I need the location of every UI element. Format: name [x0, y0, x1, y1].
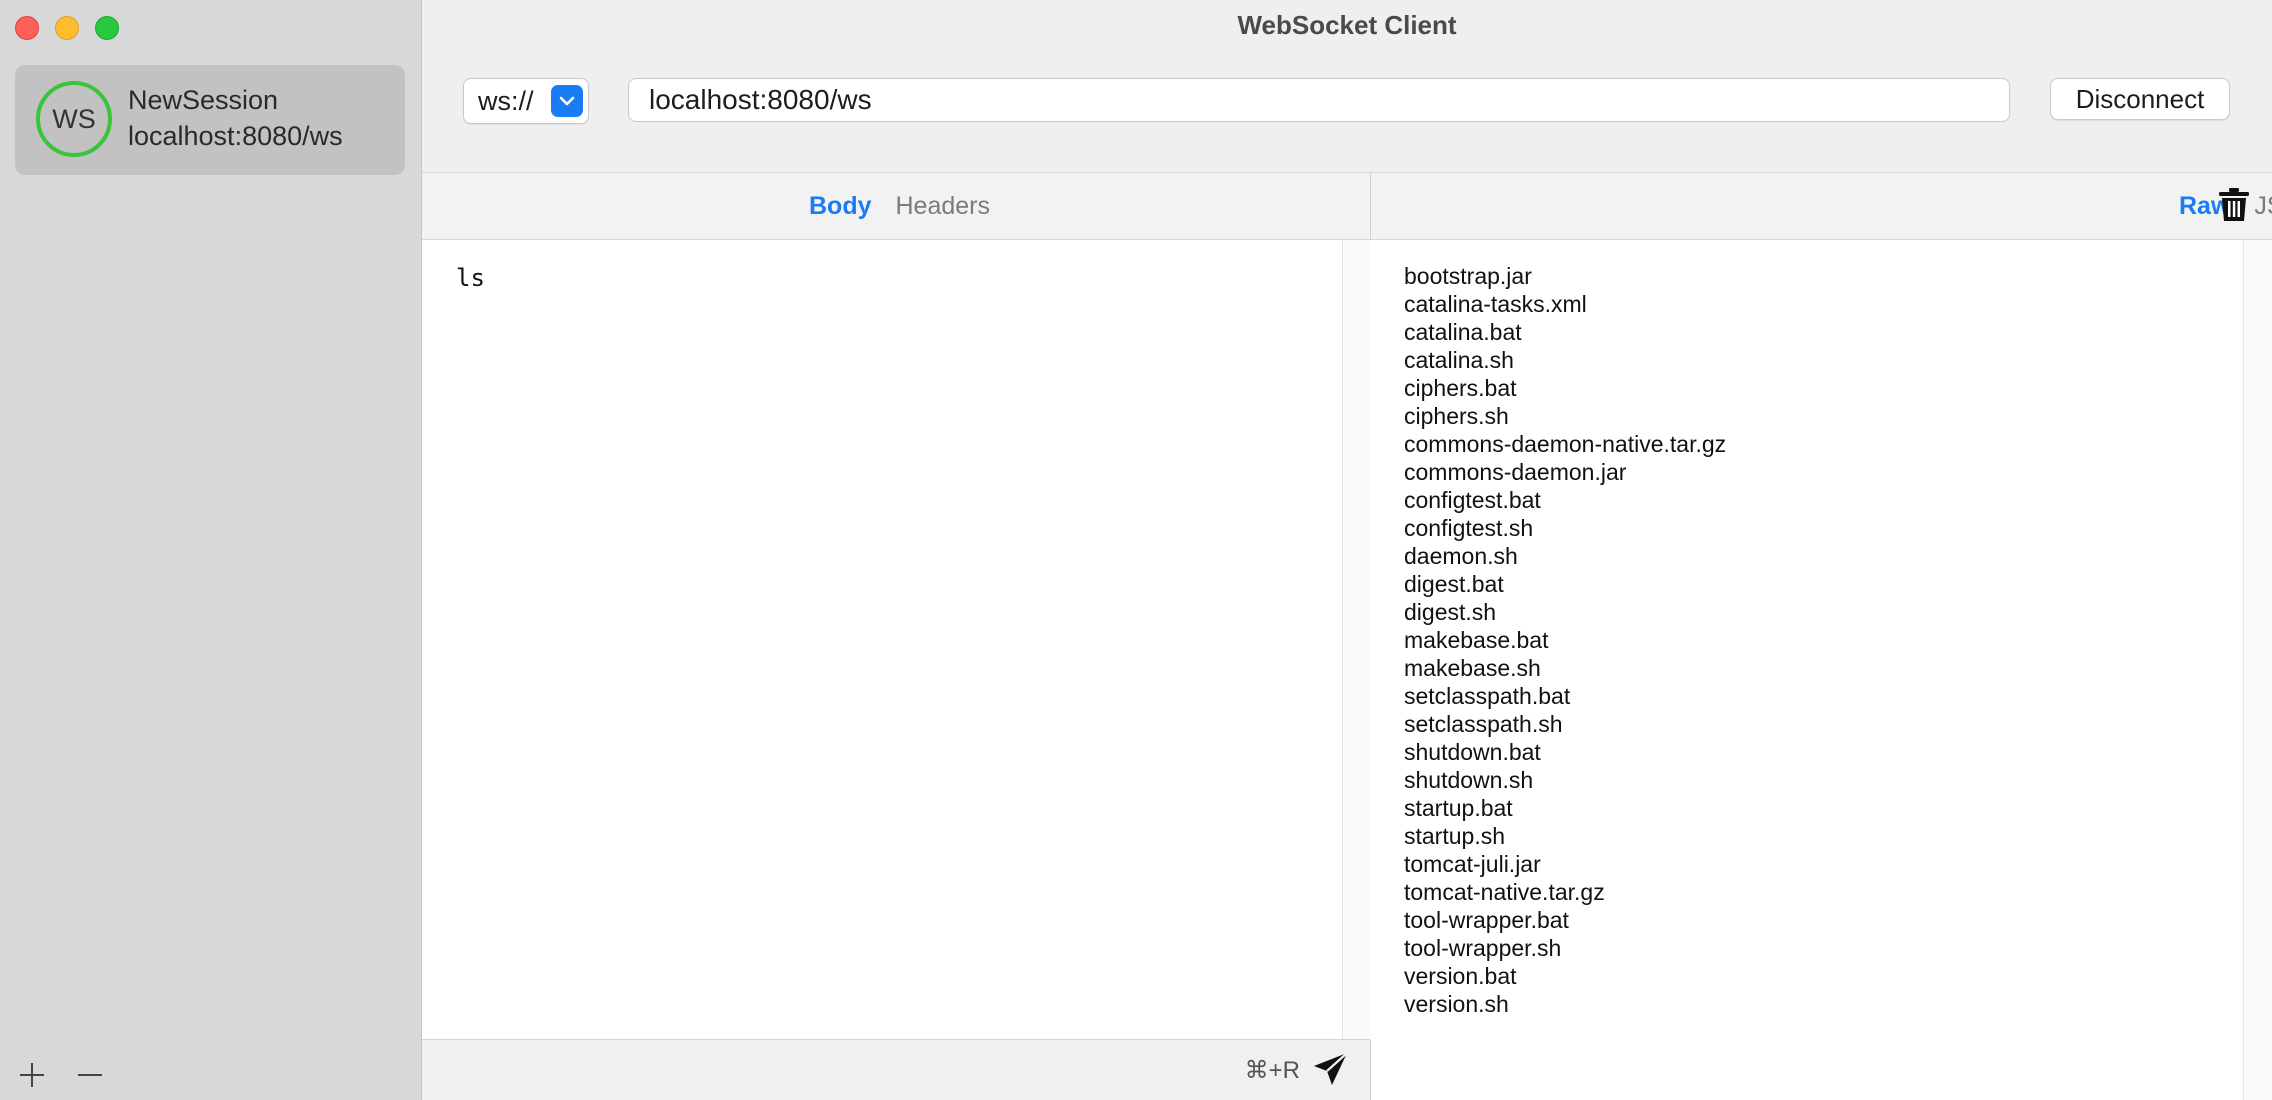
tab-body[interactable]: Body [809, 192, 872, 221]
request-footer: ⌘+R [422, 1039, 1370, 1100]
sidebar: WS NewSession localhost:8080/ws [0, 0, 422, 1100]
response-pane: Raw JSON bo [1371, 173, 2272, 1100]
app-window: WS NewSession localhost:8080/ws WebSocke… [0, 0, 2272, 1100]
response-line: setclasspath.bat [1404, 683, 1571, 709]
response-line: ciphers.sh [1404, 403, 1509, 429]
response-line: catalina.bat [1404, 319, 1522, 345]
tab-json[interactable]: JSON [2254, 192, 2272, 221]
paper-plane-icon [1314, 1052, 1348, 1085]
disconnect-button[interactable]: Disconnect [2050, 78, 2230, 120]
response-line: digest.bat [1404, 571, 1504, 597]
response-line: startup.sh [1404, 823, 1505, 849]
response-line: tool-wrapper.bat [1404, 907, 1569, 933]
response-line: configtest.bat [1404, 487, 1541, 513]
response-output: bootstrap.jar catalina-tasks.xml catalina.… [1371, 240, 2244, 1100]
url-input[interactable] [628, 78, 2010, 122]
sidebar-footer [18, 1060, 104, 1090]
clear-response-button[interactable] [2218, 187, 2250, 223]
body-editor[interactable]: ls [422, 240, 1342, 1040]
response-line: tool-wrapper.sh [1404, 935, 1562, 961]
session-avatar: WS [36, 81, 112, 157]
request-tabbar: Body Headers [422, 173, 1370, 240]
trash-icon [2219, 188, 2249, 221]
request-tabs: Body Headers [809, 173, 990, 239]
response-line: commons-daemon-native.tar.gz [1404, 431, 1727, 457]
main-area: WebSocket Client ws:// Disconnect Body H… [422, 0, 2272, 1100]
response-line: shutdown.sh [1404, 767, 1534, 793]
send-button[interactable] [1312, 1050, 1350, 1088]
window-title: WebSocket Client [1237, 10, 1457, 40]
response-line: makebase.bat [1404, 627, 1549, 653]
response-line: tomcat-native.tar.gz [1404, 879, 1605, 905]
response-line: tomcat-juli.jar [1404, 851, 1541, 877]
response-tabbar: Raw JSON [1371, 173, 2272, 240]
response-line: version.bat [1404, 963, 1517, 989]
response-line: ciphers.bat [1404, 375, 1517, 401]
response-lines: bootstrap.jar catalina-tasks.xml catalina.… [1404, 262, 1726, 1018]
scheme-value: ws:// [478, 86, 534, 116]
remove-session-button[interactable] [76, 1060, 104, 1090]
add-session-button[interactable] [18, 1060, 46, 1090]
response-line: catalina-tasks.xml [1404, 291, 1587, 317]
response-line: startup.bat [1404, 795, 1513, 821]
session-item[interactable]: WS NewSession localhost:8080/ws [15, 65, 405, 175]
response-scrollbar[interactable] [2243, 240, 2272, 1100]
response-line: shutdown.bat [1404, 739, 1541, 765]
tab-headers[interactable]: Headers [896, 192, 991, 221]
session-name: NewSession [128, 85, 279, 115]
response-line: makebase.sh [1404, 655, 1541, 681]
response-line: commons-daemon.jar [1404, 459, 1627, 485]
toolbar: WebSocket Client ws:// Disconnect [422, 0, 2272, 173]
close-window-button[interactable] [15, 16, 39, 40]
response-line: bootstrap.jar [1404, 263, 1532, 289]
window-controls [15, 16, 119, 40]
editor-scrollbar[interactable] [1342, 240, 1371, 1040]
request-pane: Body Headers ls ⌘+R [422, 173, 1371, 1100]
minimize-window-button[interactable] [55, 16, 79, 40]
zoom-window-button[interactable] [95, 16, 119, 40]
session-url: localhost:8080/ws [128, 121, 343, 151]
response-line: setclasspath.sh [1404, 711, 1563, 737]
response-line: configtest.sh [1404, 515, 1534, 541]
response-line: digest.sh [1404, 599, 1497, 625]
response-line: daemon.sh [1404, 543, 1518, 569]
panes: Body Headers ls ⌘+R Raw J bootstrap.jar … [422, 173, 2272, 1100]
chevron-down-icon [551, 85, 583, 117]
response-line: version.sh [1404, 991, 1509, 1017]
response-line: catalina.sh [1404, 347, 1514, 373]
send-shortcut-label: ⌘+R [1244, 1057, 1300, 1084]
body-text: ls [456, 264, 485, 292]
scheme-select[interactable]: ws:// [463, 78, 589, 124]
